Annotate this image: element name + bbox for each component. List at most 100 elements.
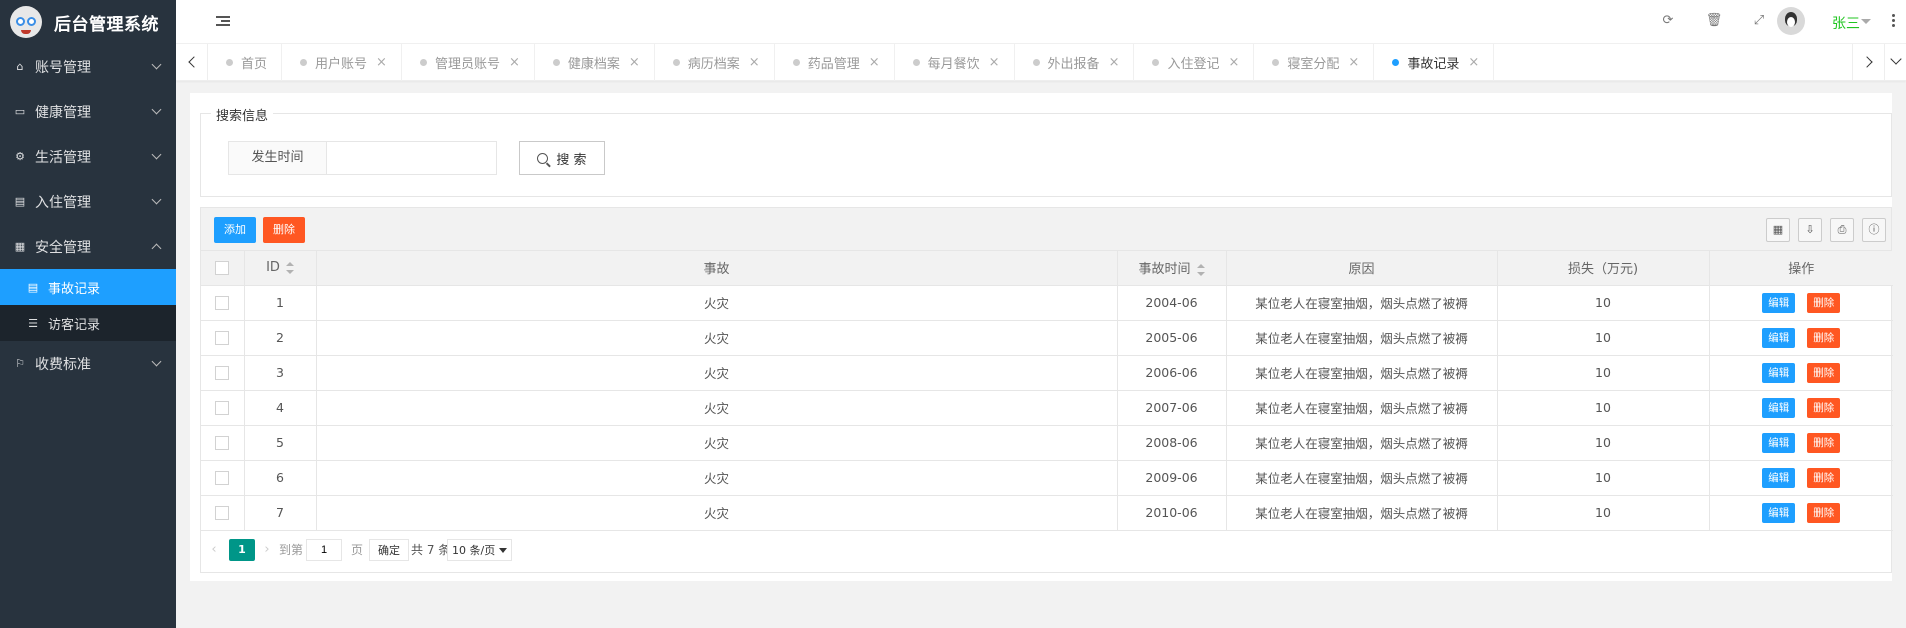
delete-button[interactable]: 删除 [1807, 432, 1841, 453]
delete-button[interactable]: 删除 [1807, 292, 1841, 313]
table-row: 1 火灾 2004-06 某位老人在寝室抽烟，烟头点燃了被褥 10 编辑 删除 [201, 285, 1893, 321]
close-icon[interactable]: × [749, 55, 760, 70]
header-id[interactable]: ID [244, 251, 317, 286]
row-checkbox[interactable] [215, 366, 230, 381]
batch-delete-button[interactable]: 删除 [263, 217, 305, 243]
logo-icon [10, 6, 42, 38]
delete-button[interactable]: 删除 [1807, 397, 1841, 418]
close-icon[interactable]: × [1228, 55, 1239, 70]
row-checkbox[interactable] [215, 401, 230, 416]
close-icon[interactable]: × [989, 55, 1000, 70]
trash-icon[interactable]: 🗑 [1705, 12, 1723, 30]
fullscreen-icon[interactable]: ⤢ [1750, 12, 1768, 30]
row-checkbox[interactable] [215, 331, 230, 346]
sidebar-item-security[interactable]: ▦ 安全管理 [0, 224, 176, 269]
cell-time: 2005-06 [1117, 320, 1227, 356]
chevron-down-icon [151, 104, 162, 115]
add-button[interactable]: 添加 [214, 217, 256, 243]
sidebar-item-account[interactable]: ⌂ 账号管理 [0, 44, 176, 89]
close-icon[interactable]: × [1109, 55, 1120, 70]
tabs-scroll-right-button[interactable] [1852, 44, 1884, 81]
edit-button[interactable]: 编辑 [1762, 362, 1796, 383]
print-icon[interactable]: ⎙ [1830, 218, 1854, 242]
caret-down-icon[interactable] [1861, 19, 1871, 24]
table-body: 1 火灾 2004-06 某位老人在寝室抽烟，烟头点燃了被褥 10 编辑 删除 2 火灾 2005… [201, 285, 1893, 531]
user-name[interactable]: 张三 [1832, 13, 1860, 33]
more-vertical-icon[interactable] [1892, 14, 1895, 29]
cell-event: 火灾 [316, 460, 1118, 496]
tab-admin-accounts[interactable]: 管理员账号 × [402, 44, 535, 81]
main-content: 搜索信息 发生时间 搜 索 添加 删除 ▦ ⇩ ⎙ ⓘ ID 事故 事故时间 原… [176, 81, 1906, 628]
edit-button[interactable]: 编辑 [1762, 467, 1796, 488]
page-size-select[interactable]: 10 条/页 [447, 538, 513, 561]
table-toolbar: 添加 删除 ▦ ⇩ ⎙ ⓘ [201, 208, 1891, 251]
tabs-scroll-left-button[interactable] [176, 44, 208, 81]
tabs-menu-button[interactable] [1884, 44, 1906, 81]
sidebar-item-label: 健康管理 [35, 104, 91, 121]
next-page-icon[interactable]: › [256, 539, 278, 561]
sidebar-item-life[interactable]: ⚙ 生活管理 [0, 134, 176, 179]
data-table-container: 添加 删除 ▦ ⇩ ⎙ ⓘ ID 事故 事故时间 原因 损失（万元) 操作 1 … [200, 207, 1893, 573]
sidebar-subitem-visitor-records[interactable]: ☰ 访客记录 [0, 305, 176, 341]
tab-medicine-management[interactable]: 药品管理 × [775, 44, 895, 81]
search-button[interactable]: 搜 索 [519, 141, 605, 175]
close-icon[interactable]: × [869, 55, 880, 70]
close-icon[interactable]: × [1468, 55, 1479, 70]
row-checkbox[interactable] [215, 471, 230, 486]
sidebar-item-health[interactable]: ▭ 健康管理 [0, 89, 176, 134]
close-icon[interactable]: × [376, 55, 387, 70]
row-checkbox[interactable] [215, 506, 230, 521]
info-icon[interactable]: ⓘ [1862, 218, 1886, 242]
tab-home[interactable]: 首页 [208, 44, 283, 81]
tab-checkin-registration[interactable]: 入住登记 × [1134, 44, 1255, 81]
close-icon[interactable]: × [509, 55, 520, 70]
current-page[interactable]: 1 [229, 538, 255, 561]
sidebar-item-checkin[interactable]: ▤ 入住管理 [0, 179, 176, 224]
header-time[interactable]: 事故时间 [1117, 251, 1227, 286]
tab-monthly-meals[interactable]: 每月餐饮 × [895, 44, 1015, 81]
select-all-checkbox[interactable] [215, 260, 230, 275]
delete-button[interactable]: 删除 [1807, 467, 1841, 488]
header-label: ID [266, 260, 280, 276]
occur-time-label: 发生时间 [228, 141, 327, 175]
prev-page-icon[interactable]: ‹ [203, 539, 225, 561]
edit-button[interactable]: 编辑 [1762, 327, 1796, 348]
goto-confirm-button[interactable]: 确定 [369, 538, 409, 561]
refresh-icon[interactable]: ⟳ [1659, 12, 1677, 30]
sort-icon[interactable] [285, 261, 294, 274]
tab-user-accounts[interactable]: 用户账号 × [282, 44, 402, 81]
edit-button[interactable]: 编辑 [1762, 292, 1796, 313]
tab-medical-records[interactable]: 病历档案 × [655, 44, 775, 81]
tab-dot-icon [912, 59, 920, 66]
cell-id: 6 [244, 460, 317, 496]
sidebar-subitem-accident-records[interactable]: ▤ 事故记录 [0, 269, 176, 305]
tab-accident-records[interactable]: 事故记录 × [1374, 44, 1495, 81]
export-icon[interactable]: ⇩ [1798, 218, 1822, 242]
row-checkbox[interactable] [215, 296, 230, 311]
sort-icon[interactable] [1196, 263, 1205, 276]
cell-loss: 10 [1497, 285, 1710, 321]
cell-reason: 某位老人在寝室抽烟，烟头点燃了被褥 [1226, 495, 1498, 531]
goto-page-input[interactable] [306, 538, 342, 561]
delete-button[interactable]: 删除 [1807, 362, 1841, 383]
edit-button[interactable]: 编辑 [1762, 432, 1796, 453]
close-icon[interactable]: × [1348, 55, 1359, 70]
header-loss: 损失（万元) [1497, 251, 1710, 286]
tab-health-records[interactable]: 健康档案 × [535, 44, 655, 81]
app-logo[interactable]: 后台管理系统 [0, 0, 176, 44]
occur-time-input[interactable] [326, 141, 497, 175]
edit-button[interactable]: 编辑 [1762, 502, 1796, 523]
tab-outing-reports[interactable]: 外出报备 × [1015, 44, 1135, 81]
close-icon[interactable]: × [629, 55, 640, 70]
columns-filter-icon[interactable]: ▦ [1766, 218, 1790, 242]
edit-button[interactable]: 编辑 [1762, 397, 1796, 418]
row-checkbox[interactable] [215, 436, 230, 451]
cell-loss: 10 [1497, 460, 1710, 496]
delete-button[interactable]: 删除 [1807, 327, 1841, 348]
delete-button[interactable]: 删除 [1807, 502, 1841, 523]
menu-toggle-icon[interactable] [216, 16, 230, 27]
tab-dot-icon [672, 59, 680, 66]
tab-room-allocation[interactable]: 寝室分配 × [1254, 44, 1375, 81]
sidebar-item-fees[interactable]: ⚐ 收费标准 [0, 341, 176, 386]
avatar[interactable] [1777, 7, 1805, 35]
